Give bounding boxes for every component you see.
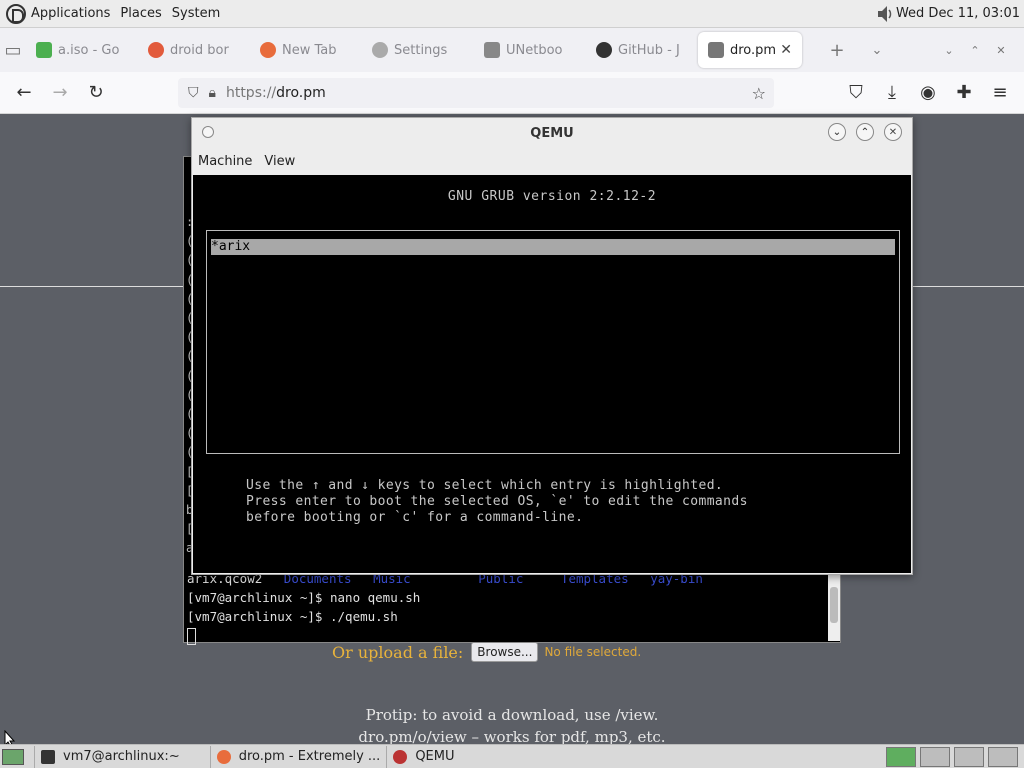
download-icon[interactable]: ⤓ [874, 75, 910, 111]
browser-tab-active[interactable]: dro.pm ✕ [698, 32, 802, 68]
browser-tab[interactable]: UNetboo [474, 32, 586, 68]
taskbar: vm7@archlinux:~ dro.pm - Extremely ... Q… [0, 744, 1024, 768]
taskbar-item-qemu[interactable]: QEMU [386, 745, 460, 768]
browser-tab[interactable]: droid bor [138, 32, 250, 68]
window-minimize-icon[interactable]: ⌄ [936, 37, 962, 63]
close-tab-icon[interactable]: ✕ [780, 42, 792, 58]
grub-entry-selected[interactable]: *arix [211, 239, 895, 255]
show-desktop-icon[interactable] [2, 748, 24, 765]
workspace-4[interactable] [988, 746, 1018, 767]
firefox-icon [216, 749, 231, 764]
upload-label: Or upload a file: [332, 642, 464, 662]
menu-view[interactable]: View [264, 154, 295, 169]
distro-logo-icon[interactable] [6, 3, 26, 24]
terminal-output: arix.qcow2 Documents Music Public Templa… [187, 569, 717, 645]
workspace-3[interactable] [954, 746, 984, 767]
qemu-window[interactable]: QEMU ⌄ ⌃ ✕ Machine View GNU GRUB version… [191, 117, 913, 575]
grub-header: GNU GRUB version 2:2.12-2 [447, 189, 657, 204]
workspace-1[interactable] [886, 746, 916, 767]
upload-row: Or upload a file: Browse... No file sele… [332, 642, 641, 662]
tab-overview-icon[interactable]: ▭ [0, 37, 26, 63]
menu-applications[interactable]: Applications [26, 6, 115, 21]
volume-icon[interactable] [876, 4, 894, 24]
menu-system[interactable]: System [167, 6, 225, 21]
browser-tab[interactable]: Settings [362, 32, 474, 68]
extensions-icon[interactable]: ✚ [946, 75, 982, 111]
browser-tab[interactable]: GitHub - J [586, 32, 698, 68]
browse-button[interactable]: Browse... [471, 642, 539, 662]
bookmark-star-icon[interactable]: ☆ [752, 84, 766, 103]
taskbar-item-firefox[interactable]: dro.pm - Extremely ... [209, 745, 387, 768]
new-tab-icon[interactable]: + [824, 37, 850, 63]
window-menu-icon[interactable] [202, 126, 214, 138]
grub-help-text: Use the ↑ and ↓ keys to select which ent… [246, 478, 748, 525]
qemu-icon [393, 749, 408, 764]
tab-favicon-icon [148, 42, 164, 58]
terminal-line: [vm7@archlinux ~]$ nano qemu.sh [187, 590, 421, 605]
qemu-menubar: Machine View [192, 148, 912, 174]
tab-favicon-icon [708, 42, 724, 58]
chevron-down-icon[interactable]: ⌄ [864, 37, 890, 63]
grub-menu-box: *arix [206, 230, 900, 454]
browser-tab[interactable]: a.iso - Go [26, 32, 138, 68]
menu-machine[interactable]: Machine [198, 154, 252, 169]
url-protocol: https:// [225, 85, 277, 101]
terminal-line: [vm7@archlinux ~]$ ./qemu.sh [187, 609, 398, 624]
window-maximize-icon[interactable]: ⌃ [962, 37, 988, 63]
window-close-icon[interactable]: ✕ [988, 37, 1014, 63]
taskbar-item-terminal[interactable]: vm7@archlinux:~ [34, 745, 186, 768]
forward-arrow-icon[interactable]: → [42, 75, 78, 111]
back-arrow-icon[interactable]: ← [6, 75, 42, 111]
qemu-titlebar[interactable]: QEMU ⌄ ⌃ ✕ [192, 118, 912, 148]
window-title: QEMU [530, 125, 574, 141]
no-file-text: No file selected. [544, 645, 642, 659]
browser-tab[interactable]: New Tab [250, 32, 362, 68]
terminal-cursor [187, 628, 196, 645]
tab-favicon-icon [484, 42, 500, 58]
menu-hamburger-icon[interactable]: ≡ [982, 75, 1018, 111]
maximize-icon[interactable]: ⌃ [856, 123, 874, 141]
account-icon[interactable]: ◉ [910, 75, 946, 111]
reload-icon[interactable]: ↻ [78, 75, 114, 111]
pocket-icon[interactable]: ⛉ [838, 75, 874, 111]
browser-nav-bar: ← → ↻ ⛉ 🔒︎ https://dro.pm ☆ ⛉ ⤓ ◉ ✚ ≡ [0, 72, 1024, 114]
terminal-icon [41, 749, 55, 764]
workspace-2[interactable] [920, 746, 950, 767]
protip-line: Protip: to avoid a download, use /view. [365, 706, 659, 724]
vm-display[interactable]: GNU GRUB version 2:2.12-2 *arix Use the … [193, 175, 911, 573]
top-panel: Applications Places System Wed Dec 11, 0… [0, 0, 1024, 28]
shield-icon[interactable]: ⛉ [188, 85, 199, 101]
gear-icon [372, 42, 388, 58]
browser-tab-strip: ▭ a.iso - Go droid bor New Tab Settings … [0, 28, 1024, 72]
scrollbar-thumb[interactable] [830, 587, 838, 623]
minimize-icon[interactable]: ⌄ [828, 123, 846, 141]
close-icon[interactable]: ✕ [884, 123, 902, 141]
clock[interactable]: Wed Dec 11, 03:01 [896, 6, 1020, 21]
menu-places[interactable]: Places [115, 6, 166, 21]
lock-icon[interactable]: 🔒︎ [209, 85, 216, 101]
github-icon [596, 42, 612, 58]
url-bar[interactable]: ⛉ 🔒︎ https://dro.pm ☆ [178, 78, 774, 108]
url-host: dro.pm [276, 85, 326, 101]
terminal-scrollbar[interactable] [828, 575, 840, 641]
firefox-icon [260, 42, 276, 58]
google-drive-icon [36, 42, 52, 58]
